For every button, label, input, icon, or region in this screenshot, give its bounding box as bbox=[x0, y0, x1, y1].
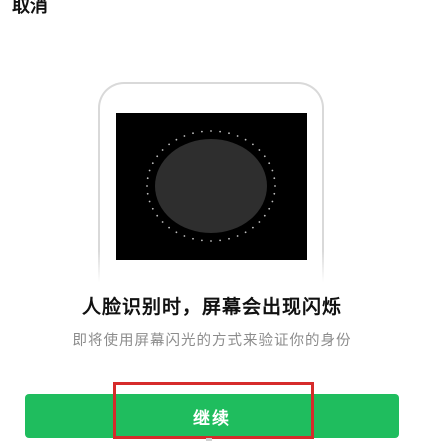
scan-ring-dot bbox=[258, 221, 261, 223]
scan-ring-dot bbox=[151, 207, 154, 210]
scan-ring-dot bbox=[156, 155, 159, 158]
scan-ring-dot bbox=[183, 135, 186, 137]
scan-ring-dot bbox=[258, 149, 261, 151]
face-scan-graphic bbox=[146, 130, 276, 242]
scan-ring-dot bbox=[236, 135, 239, 137]
scan-ring-dot bbox=[175, 231, 178, 234]
scan-ring-dot bbox=[146, 185, 148, 187]
scan-ring-dot bbox=[236, 235, 239, 237]
scan-ring-dot bbox=[156, 214, 159, 217]
page-subtitle: 即将使用屏幕闪光的方式来验证你的身份 bbox=[72, 333, 352, 349]
scan-ring-dot bbox=[274, 185, 276, 187]
scan-ring-dot bbox=[271, 200, 274, 203]
scan-ring-dot bbox=[192, 132, 194, 135]
scan-ring-dot bbox=[175, 138, 178, 141]
scan-ring-dot bbox=[161, 149, 164, 151]
scan-ring-dot bbox=[228, 132, 230, 135]
scan-ring-dot bbox=[148, 169, 151, 172]
scan-ring-dot bbox=[268, 162, 271, 165]
face-oval bbox=[155, 139, 267, 233]
continue-button[interactable]: 继续 bbox=[25, 394, 399, 438]
scan-ring-dot bbox=[244, 231, 247, 234]
scan-ring-dot bbox=[252, 143, 254, 146]
scan-ring-dot bbox=[252, 226, 254, 229]
scan-ring-dot bbox=[151, 162, 154, 165]
scan-ring-dot bbox=[219, 239, 221, 242]
page-title: 人脸识别时，屏幕会出现闪烁 bbox=[81, 296, 342, 318]
scan-ring-dot bbox=[146, 177, 149, 180]
scan-ring-dot bbox=[210, 240, 212, 242]
scan-ring-dot bbox=[168, 226, 170, 229]
scan-ring-dot bbox=[228, 237, 230, 240]
scan-ring-dot bbox=[192, 237, 194, 240]
scan-ring-dot bbox=[210, 130, 212, 132]
scan-ring-dot bbox=[244, 138, 247, 141]
scan-ring-dot bbox=[263, 214, 266, 217]
scan-ring-dot bbox=[273, 192, 276, 195]
scan-ring-dot bbox=[183, 235, 186, 237]
scan-ring-dot bbox=[201, 239, 203, 242]
scan-ring-dot bbox=[201, 130, 203, 133]
scan-ring-dot bbox=[268, 207, 271, 210]
scan-ring-dot bbox=[168, 143, 170, 146]
cancel-button[interactable]: 取消 bbox=[12, 0, 48, 18]
phone-screen bbox=[116, 113, 307, 260]
scan-ring-dot bbox=[148, 200, 151, 203]
scan-ring-dot bbox=[161, 221, 164, 223]
scan-ring-dot bbox=[263, 155, 266, 158]
scan-ring-dot bbox=[219, 130, 221, 133]
scan-ring-dot bbox=[271, 169, 274, 172]
scan-ring-dot bbox=[146, 192, 149, 195]
scan-ring-dot bbox=[273, 177, 276, 180]
